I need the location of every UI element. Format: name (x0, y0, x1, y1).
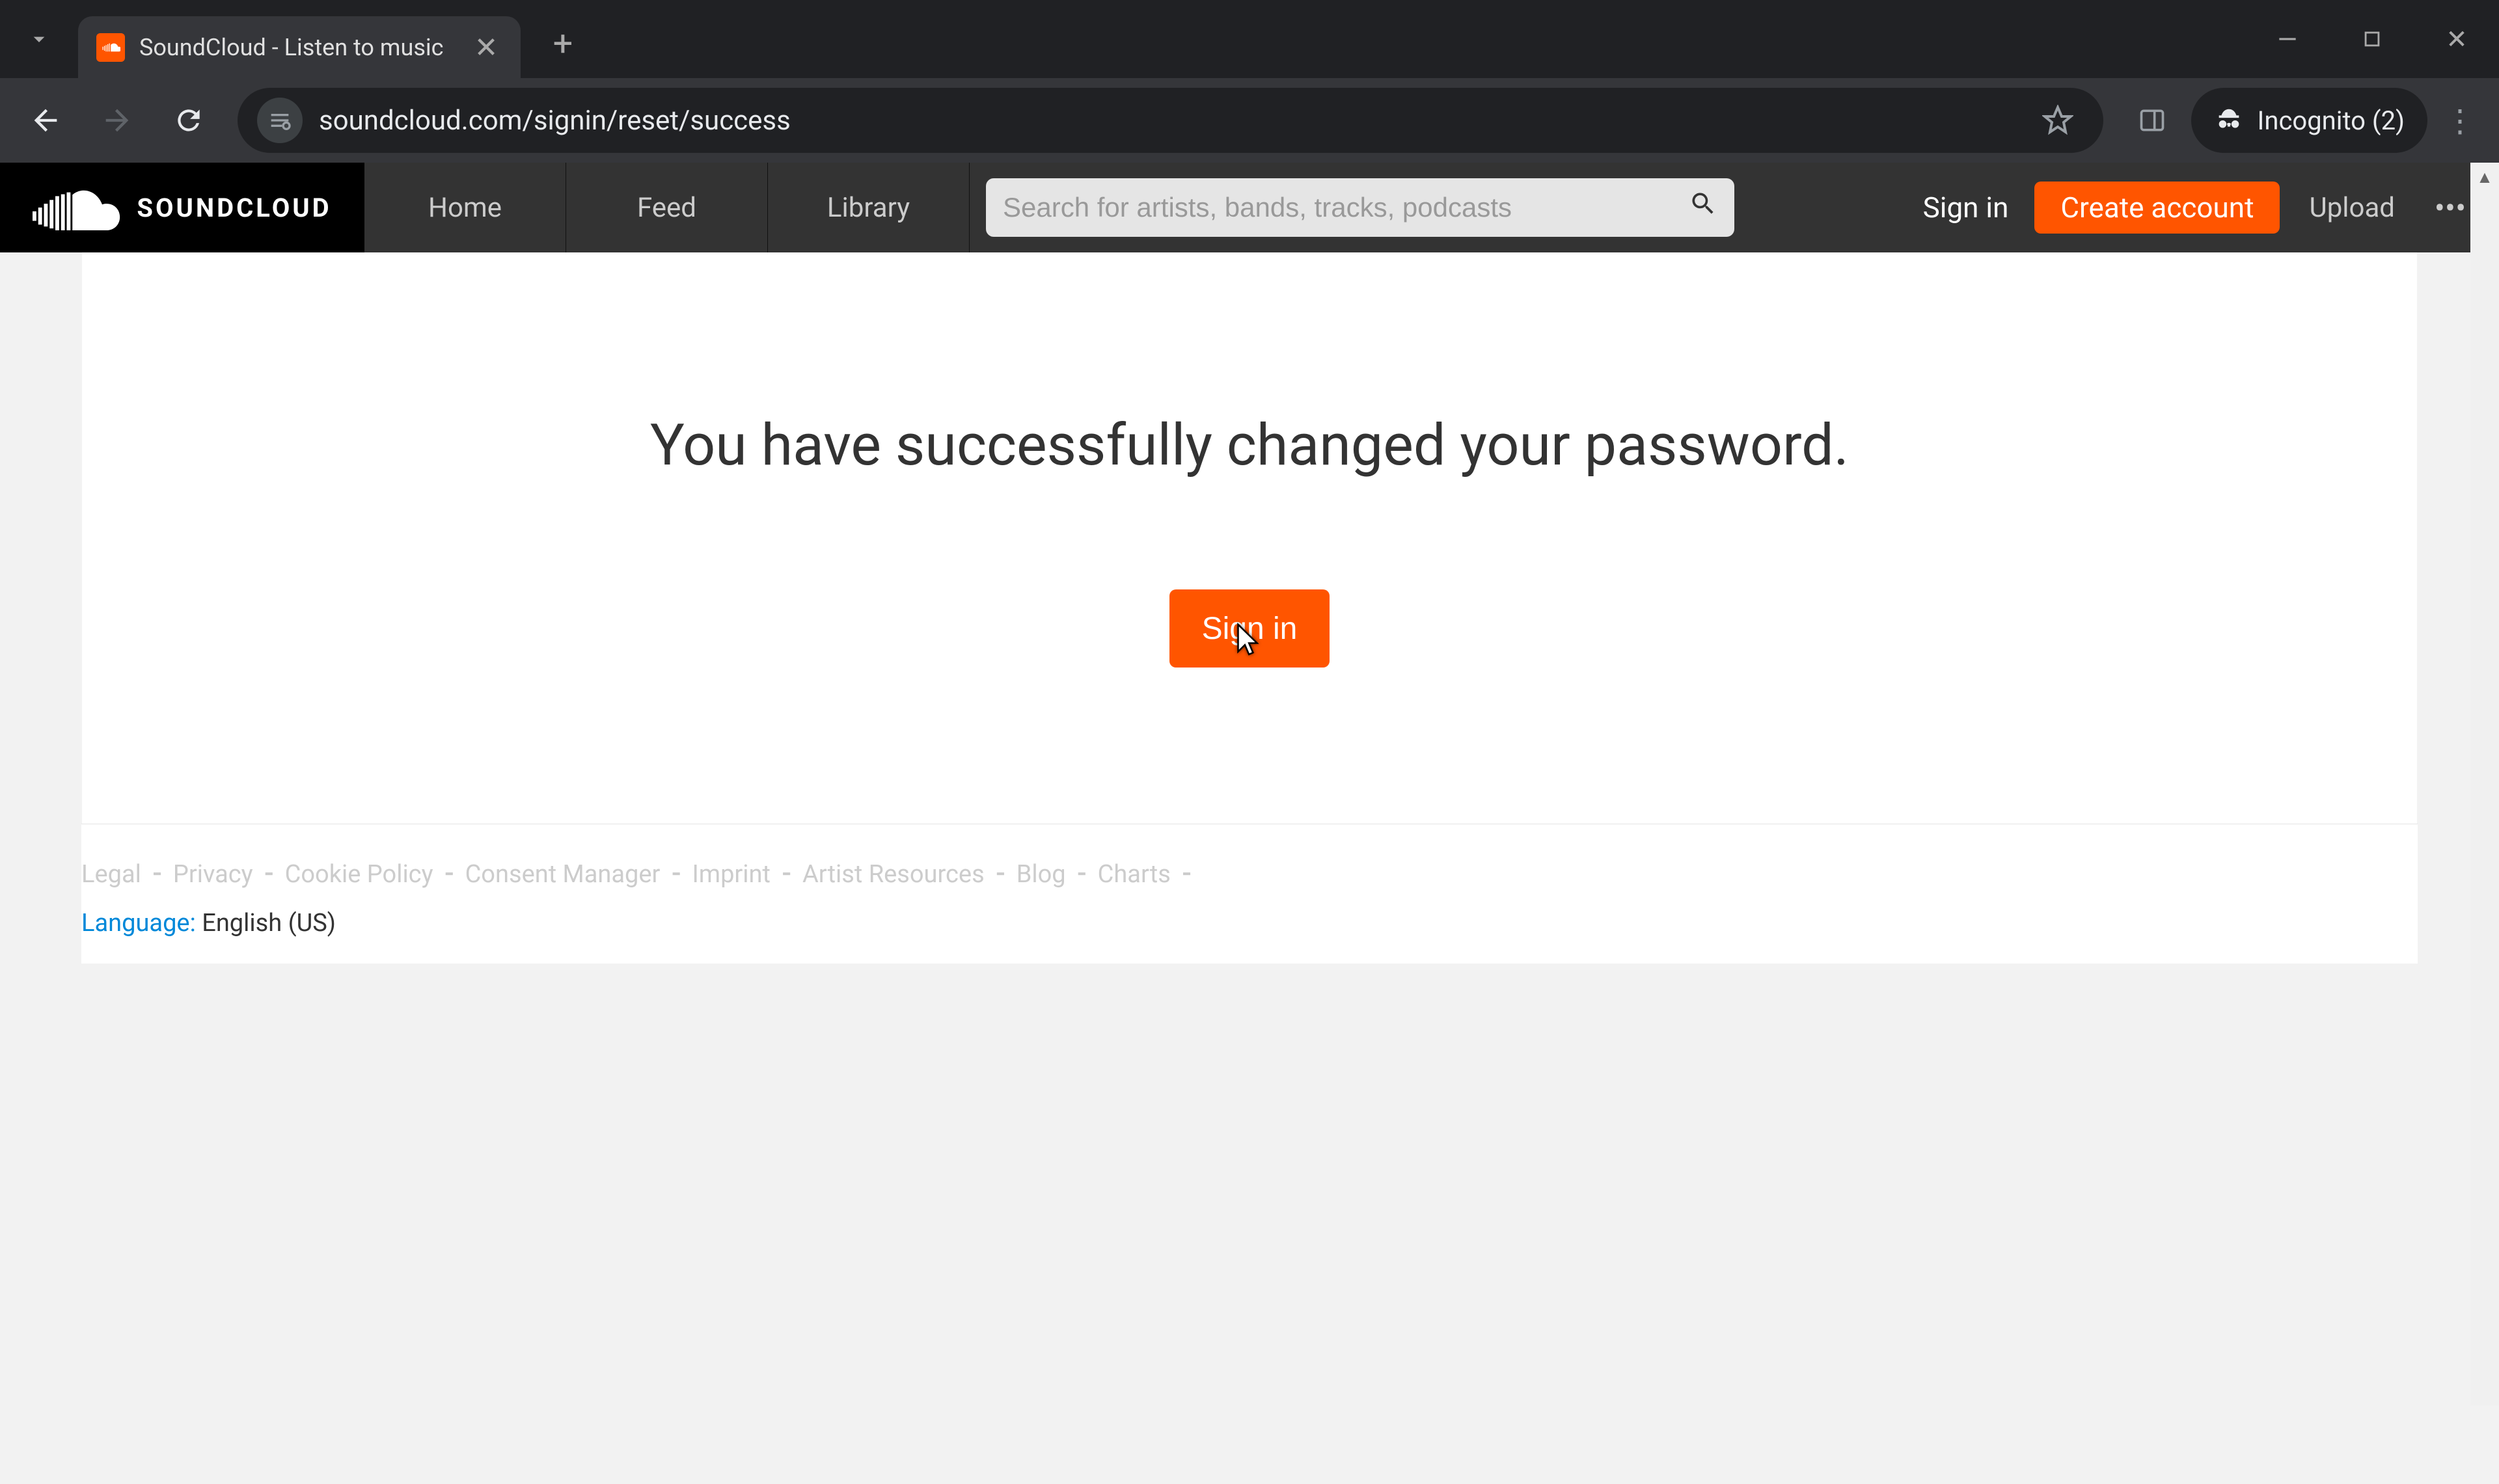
footer: Legal ⁃ Privacy ⁃ Cookie Policy ⁃ Consent M… (81, 824, 2418, 964)
search-wrap (970, 178, 1897, 237)
scroll-up-icon[interactable]: ▲ (2470, 163, 2499, 191)
reload-button-icon[interactable] (156, 88, 221, 153)
browser-tab[interactable]: SoundCloud - Listen to music ✕ (78, 16, 521, 78)
page-content: SOUNDCLOUD Home Feed Library Sign in Cre… (0, 163, 2499, 1405)
address-bar[interactable]: soundcloud.com/signin/reset/success (238, 88, 2103, 153)
footer-link-cookie[interactable]: Cookie Policy (285, 860, 433, 889)
separator: ⁃ (670, 860, 682, 889)
page-background (0, 964, 2499, 1484)
back-button-icon[interactable] (13, 88, 78, 153)
close-window-icon[interactable]: ✕ (2414, 13, 2499, 65)
footer-link-artist[interactable]: Artist Resources (802, 860, 985, 889)
search-icon[interactable] (1689, 189, 1717, 226)
separator: ⁃ (994, 860, 1007, 889)
url-text: soundcloud.com/signin/reset/success (319, 105, 2015, 137)
maximize-window-icon[interactable] (2330, 13, 2414, 65)
incognito-label: Incognito (2) (2257, 105, 2405, 136)
separator: ⁃ (263, 860, 275, 889)
address-bar-row: soundcloud.com/signin/reset/success Inco… (0, 78, 2499, 163)
footer-link-legal[interactable]: Legal (81, 860, 141, 889)
header-sign-in-button[interactable]: Sign in (1897, 191, 2035, 224)
new-tab-button[interactable]: + (537, 18, 589, 70)
nav-home[interactable]: Home (364, 163, 566, 252)
header-more-menu-icon[interactable]: ••• (2424, 189, 2476, 226)
separator: ⁃ (1181, 860, 1193, 889)
minimize-window-icon[interactable] (2245, 13, 2330, 65)
tab-search-dropdown[interactable] (13, 13, 65, 65)
incognito-chip[interactable]: Incognito (2) (2191, 88, 2427, 153)
main-content: You have successfully changed your passw… (81, 252, 2418, 824)
search-box[interactable] (986, 178, 1734, 237)
bookmark-star-icon[interactable] (2032, 105, 2084, 136)
vertical-scrollbar[interactable]: ▲ (2470, 163, 2499, 1405)
footer-link-imprint[interactable]: Imprint (692, 860, 771, 889)
soundcloud-logo[interactable]: SOUNDCLOUD (0, 163, 364, 252)
footer-language[interactable]: Language: English (US) (81, 909, 2418, 938)
browser-more-menu-icon[interactable]: ⋮ (2434, 88, 2486, 153)
close-tab-icon[interactable]: ✕ (470, 31, 502, 64)
sign-in-button[interactable]: Sign in (1169, 589, 1330, 668)
main-nav: Home Feed Library (364, 163, 970, 252)
separator: ⁃ (1076, 860, 1088, 889)
footer-link-blog[interactable]: Blog (1017, 860, 1066, 889)
language-label: Language: (81, 909, 196, 938)
success-area: You have successfully changed your passw… (82, 252, 2417, 824)
footer-link-charts[interactable]: Charts (1098, 860, 1171, 889)
language-value: English (US) (202, 909, 336, 938)
forward-button-icon[interactable] (85, 88, 150, 153)
window-controls: ✕ (2245, 0, 2499, 78)
tab-bar: SoundCloud - Listen to music ✕ + ✕ (0, 0, 2499, 78)
browser-chrome: SoundCloud - Listen to music ✕ + ✕ (0, 0, 2499, 163)
nav-library[interactable]: Library (768, 163, 970, 252)
side-panel-icon[interactable] (2120, 88, 2185, 153)
footer-link-consent[interactable]: Consent Manager (465, 860, 661, 889)
footer-link-privacy[interactable]: Privacy (173, 860, 253, 889)
footer-links: Legal ⁃ Privacy ⁃ Cookie Policy ⁃ Consent M… (81, 860, 2418, 889)
separator: ⁃ (443, 860, 456, 889)
soundcloud-cloud-icon (33, 185, 124, 230)
site-info-icon[interactable] (257, 98, 303, 143)
separator: ⁃ (780, 860, 793, 889)
separator: ⁃ (151, 860, 163, 889)
create-account-button[interactable]: Create account (2034, 182, 2280, 234)
soundcloud-favicon-icon (96, 33, 125, 62)
tab-title: SoundCloud - Listen to music (139, 34, 456, 61)
site-header: SOUNDCLOUD Home Feed Library Sign in Cre… (0, 163, 2499, 252)
nav-feed[interactable]: Feed (566, 163, 768, 252)
search-input[interactable] (1003, 192, 1689, 223)
page-title: You have successfully changed your passw… (650, 412, 1849, 479)
upload-link[interactable]: Upload (2280, 192, 2424, 224)
logo-text: SOUNDCLOUD (137, 193, 331, 223)
